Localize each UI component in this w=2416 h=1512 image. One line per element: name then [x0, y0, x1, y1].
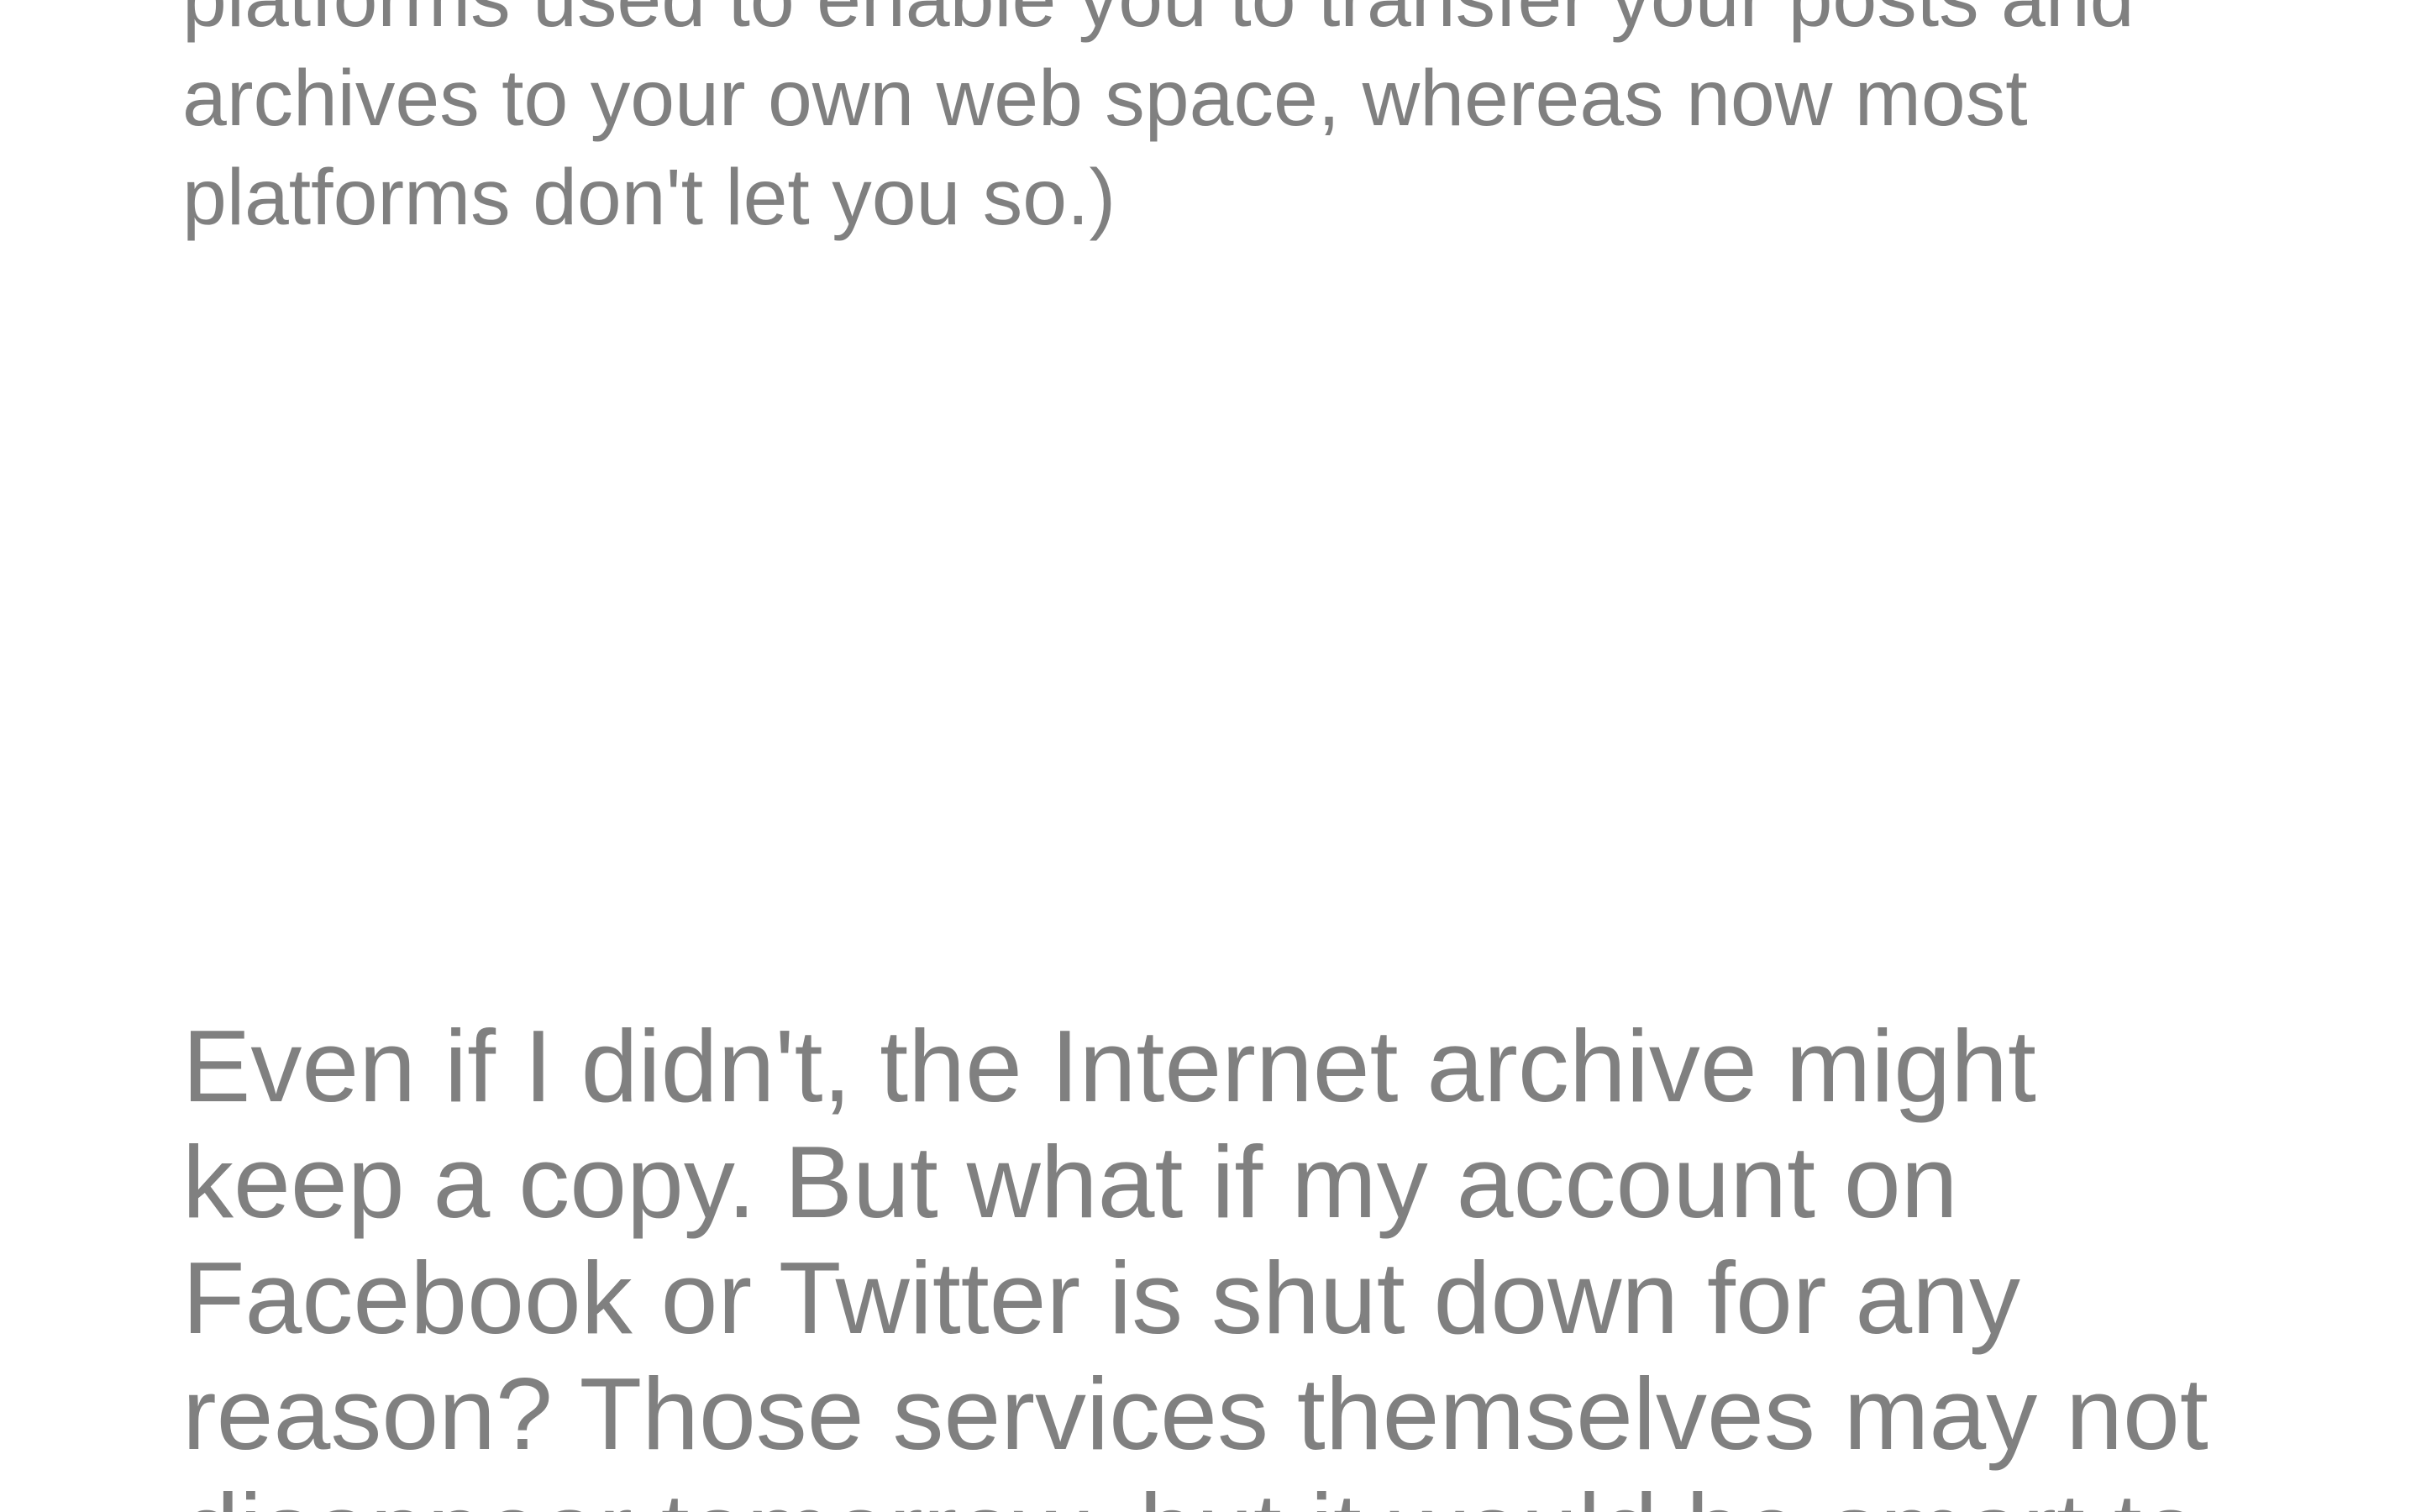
article-page: platforms used to enable you to transfer…: [0, 0, 2416, 1512]
note-paragraph: platforms used to enable you to transfer…: [182, 0, 2135, 242]
body-paragraph: Even if I didn't, the Internet archive m…: [182, 1009, 2209, 1512]
